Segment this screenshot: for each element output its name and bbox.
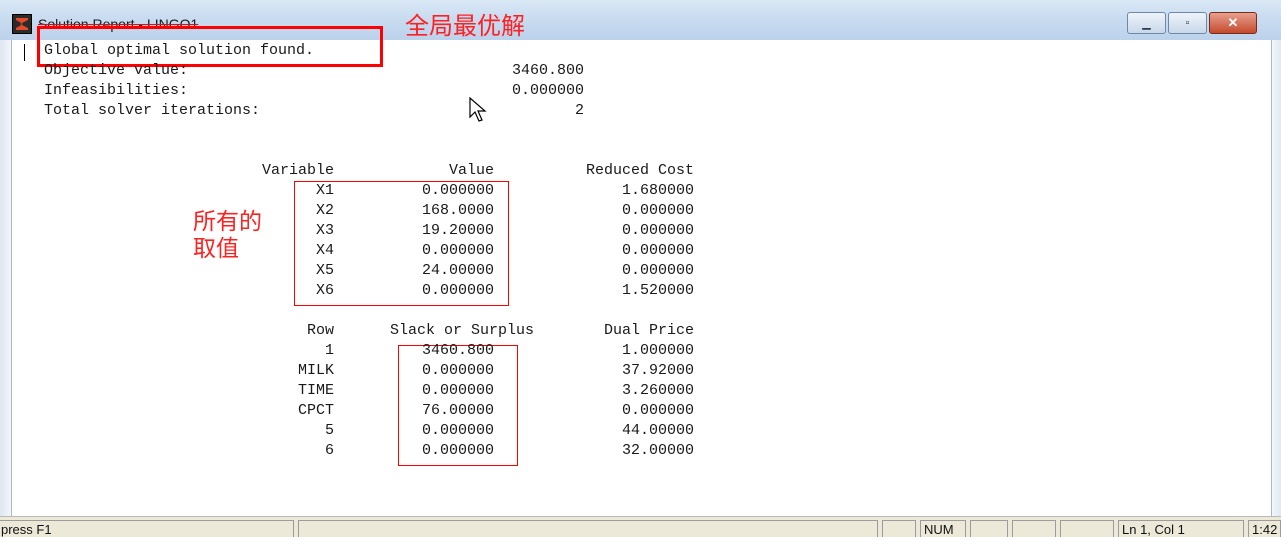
close-button[interactable]: ✕ bbox=[1209, 12, 1257, 34]
table-row-value: 19.20000 bbox=[421, 222, 494, 239]
minimize-icon: ▁ bbox=[1142, 17, 1151, 30]
table-row-dual-price: 32.00000 bbox=[621, 442, 694, 459]
dual-price-header: Dual Price bbox=[603, 322, 694, 339]
table-row-reduced-cost: 1.520000 bbox=[621, 282, 694, 299]
solution-status-line: Global optimal solution found. bbox=[44, 42, 315, 59]
report-text-area[interactable]: Global optimal solution found. Objective… bbox=[12, 26, 1271, 516]
status-message-cell bbox=[298, 520, 878, 537]
value-header: Value bbox=[448, 162, 494, 179]
table-row-slack: 76.00000 bbox=[421, 402, 494, 419]
table-row-name: 1 bbox=[324, 342, 334, 359]
table-row-value: 24.00000 bbox=[421, 262, 494, 279]
status-cap-cell bbox=[882, 520, 916, 537]
table-row-slack: 0.000000 bbox=[421, 422, 494, 439]
table-row-reduced-cost: 0.000000 bbox=[621, 242, 694, 259]
table-row-reduced-cost: 0.000000 bbox=[621, 262, 694, 279]
lingo-app-icon[interactable] bbox=[12, 14, 32, 34]
maximize-icon: ▫ bbox=[1185, 17, 1190, 29]
table-row-name: 6 bbox=[324, 442, 334, 459]
table-row-name: MILK bbox=[297, 362, 334, 379]
table-row-slack: 0.000000 bbox=[421, 382, 494, 399]
row-header: Row bbox=[306, 322, 334, 339]
objective-label: Objective value: bbox=[44, 62, 189, 79]
iterations-label: Total solver iterations: bbox=[44, 102, 261, 119]
reduced-cost-header: Reduced Cost bbox=[585, 162, 694, 179]
status-cursor-position: Ln 1, Col 1 bbox=[1118, 520, 1244, 537]
table-row-variable: X6 bbox=[315, 282, 334, 299]
status-time: 1:42 bbox=[1248, 520, 1281, 537]
annotation-all-values-line1: 所有的 bbox=[193, 209, 262, 235]
variable-header: Variable bbox=[261, 162, 334, 179]
table-row-dual-price: 44.00000 bbox=[621, 422, 694, 439]
table-row-value: 0.000000 bbox=[421, 182, 494, 199]
table-row-slack: 0.000000 bbox=[421, 442, 494, 459]
mouse-pointer-icon bbox=[469, 97, 487, 122]
infeasibilities-label: Infeasibilities: bbox=[44, 82, 189, 99]
table-row-slack: 0.000000 bbox=[421, 362, 494, 379]
table-row-name: 5 bbox=[324, 422, 334, 439]
table-row-value: 0.000000 bbox=[421, 242, 494, 259]
table-row-value: 0.000000 bbox=[421, 282, 494, 299]
table-row-dual-price: 3.260000 bbox=[621, 382, 694, 399]
maximize-button[interactable]: ▫ bbox=[1168, 12, 1207, 34]
objective-value: 3460.800 bbox=[511, 62, 584, 79]
close-icon: ✕ bbox=[1227, 15, 1239, 30]
status-num-indicator: NUM bbox=[920, 520, 966, 537]
table-row-variable: X1 bbox=[315, 182, 334, 199]
table-row-slack: 3460.800 bbox=[421, 342, 494, 359]
table-row-reduced-cost: 0.000000 bbox=[621, 222, 694, 239]
annotation-all-values: 所有的 取值 bbox=[193, 209, 262, 263]
table-row-reduced-cost: 1.680000 bbox=[621, 182, 694, 199]
status-ext-cell bbox=[1060, 520, 1114, 537]
table-row-variable: X5 bbox=[315, 262, 334, 279]
text-caret bbox=[24, 44, 25, 61]
minimize-button[interactable]: ▁ bbox=[1127, 12, 1166, 34]
status-bar: press F1 NUM Ln 1, Col 1 1:42 bbox=[0, 516, 1281, 537]
table-row-name: CPCT bbox=[297, 402, 334, 419]
slack-header: Slack or Surplus bbox=[389, 322, 534, 339]
table-row-dual-price: 1.000000 bbox=[621, 342, 694, 359]
status-ovr-cell bbox=[1012, 520, 1056, 537]
table-row-dual-price: 37.92000 bbox=[621, 362, 694, 379]
annotation-all-values-line2: 取值 bbox=[193, 236, 239, 262]
vertical-scrollbar[interactable] bbox=[1271, 40, 1281, 516]
window-left-border bbox=[0, 40, 12, 516]
table-row-value: 168.0000 bbox=[421, 202, 494, 219]
table-row-dual-price: 0.000000 bbox=[621, 402, 694, 419]
status-scroll-cell bbox=[970, 520, 1008, 537]
table-row-reduced-cost: 0.000000 bbox=[621, 202, 694, 219]
table-row-name: TIME bbox=[297, 382, 334, 399]
annotation-global-optimum: 全局最优解 bbox=[405, 12, 525, 40]
status-help-text: press F1 bbox=[0, 520, 294, 537]
